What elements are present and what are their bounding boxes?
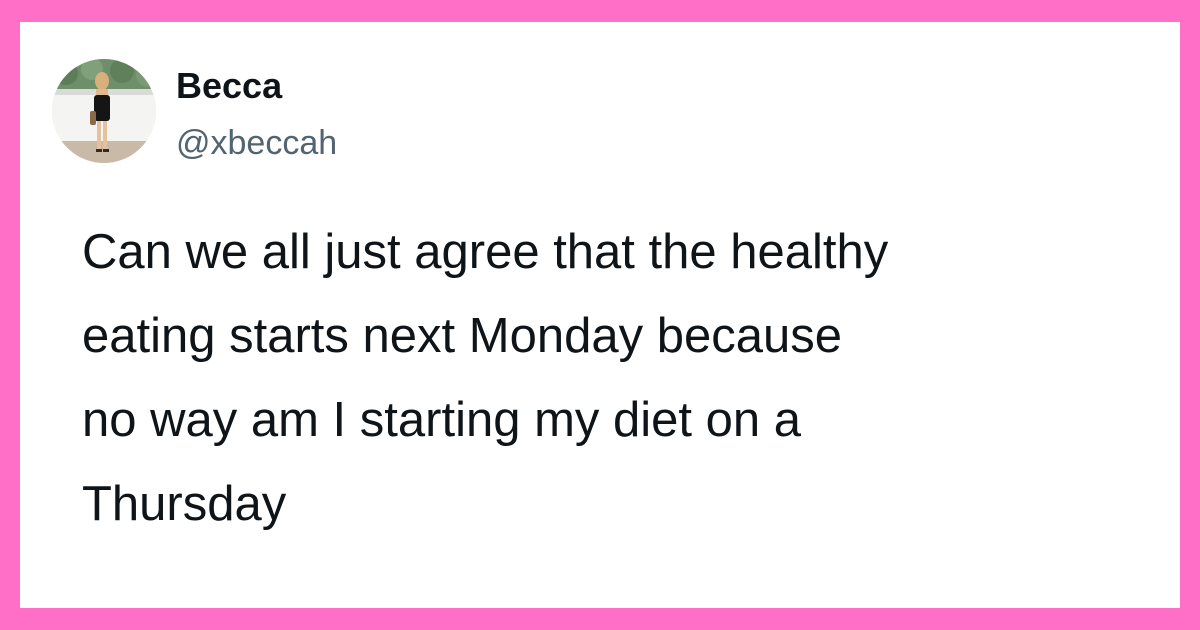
tweet-text-line: no way am I starting my diet on a xyxy=(82,393,801,447)
avatar[interactable] xyxy=(52,59,156,163)
user-handle[interactable]: @xbeccah xyxy=(176,123,337,163)
avatar-photo-icon xyxy=(52,59,156,163)
tweet-text-line: eating starts next Monday because xyxy=(82,309,842,363)
tweet-text-line: Thursday xyxy=(82,477,287,531)
tweet-text-line: Can we all just agree that the healthy xyxy=(82,225,889,279)
tweet: Becca @xbeccah Can we all just agree tha… xyxy=(20,22,1180,608)
tweet-text: Can we all just agree that the healthy e… xyxy=(82,210,1152,546)
display-name[interactable]: Becca xyxy=(176,66,282,106)
tweet-card-frame: Becca @xbeccah Can we all just agree tha… xyxy=(20,22,1180,608)
